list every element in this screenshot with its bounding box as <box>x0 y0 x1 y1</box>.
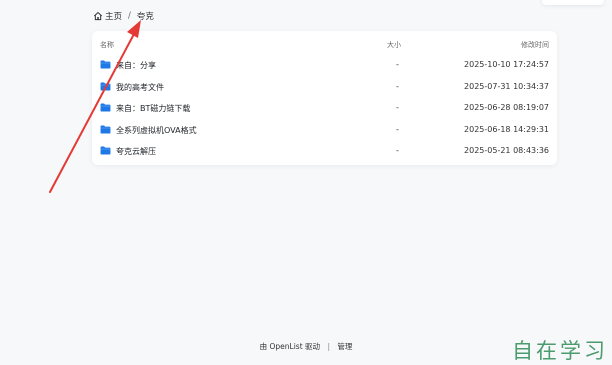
breadcrumb: 主页 / 夸克 <box>93 9 154 23</box>
folder-icon <box>100 125 111 134</box>
manage-link[interactable]: 管理 <box>337 342 352 351</box>
file-size: - <box>396 81 399 91</box>
watermark-text: 自在学习 <box>512 339 608 363</box>
folder-icon <box>100 103 111 112</box>
file-name[interactable]: 来自：分享 <box>116 60 156 71</box>
powered-by-link[interactable]: 由 OpenList 驱动 <box>260 342 320 351</box>
folder-icon <box>100 60 111 69</box>
file-name[interactable]: 全系列虚拟机OVA格式 <box>116 125 197 136</box>
breadcrumb-separator: / <box>128 11 131 21</box>
breadcrumb-current[interactable]: 夸克 <box>137 10 154 22</box>
file-modified: 2025-06-18 14:29:31 <box>464 124 549 134</box>
column-header-modified[interactable]: 修改时间 <box>521 40 549 50</box>
list-header: 名称 大小 修改时间 <box>92 37 557 51</box>
folder-icon <box>100 146 111 155</box>
top-right-popover-edge <box>542 0 604 5</box>
column-header-size[interactable]: 大小 <box>387 40 401 50</box>
file-name[interactable]: 夸克云解压 <box>116 146 156 157</box>
file-size: - <box>396 124 399 134</box>
file-list: 名称 大小 修改时间 来自：分享 - 2025-10-10 17:24:57 我… <box>92 31 557 165</box>
list-item[interactable]: 我的高考文件 - 2025-07-31 10:34:37 <box>92 77 557 98</box>
file-size: - <box>396 60 399 69</box>
file-modified: 2025-06-28 08:19:07 <box>464 103 549 112</box>
file-name[interactable]: 来自：BT磁力链下载 <box>116 103 190 114</box>
breadcrumb-home-label: 主页 <box>105 12 123 22</box>
file-size: - <box>396 103 399 112</box>
file-size: - <box>396 146 399 155</box>
list-item[interactable]: 来自：BT磁力链下载 - 2025-06-28 08:19:07 <box>92 98 557 119</box>
file-modified: 2025-07-31 10:34:37 <box>464 81 549 91</box>
home-icon <box>93 11 103 21</box>
file-modified: 2025-05-21 08:43:36 <box>464 146 549 155</box>
list-item[interactable]: 夸克云解压 - 2025-05-21 08:43:36 <box>92 141 557 162</box>
breadcrumb-home[interactable]: 主页 <box>93 10 122 22</box>
column-header-name[interactable]: 名称 <box>100 40 114 50</box>
file-name[interactable]: 我的高考文件 <box>116 82 164 93</box>
list-item[interactable]: 来自：分享 - 2025-10-10 17:24:57 <box>92 55 557 76</box>
footer-divider: | <box>327 342 330 351</box>
file-modified: 2025-10-10 17:24:57 <box>464 60 549 69</box>
list-item[interactable]: 全系列虚拟机OVA格式 - 2025-06-18 14:29:31 <box>92 120 557 141</box>
folder-icon <box>100 82 111 91</box>
